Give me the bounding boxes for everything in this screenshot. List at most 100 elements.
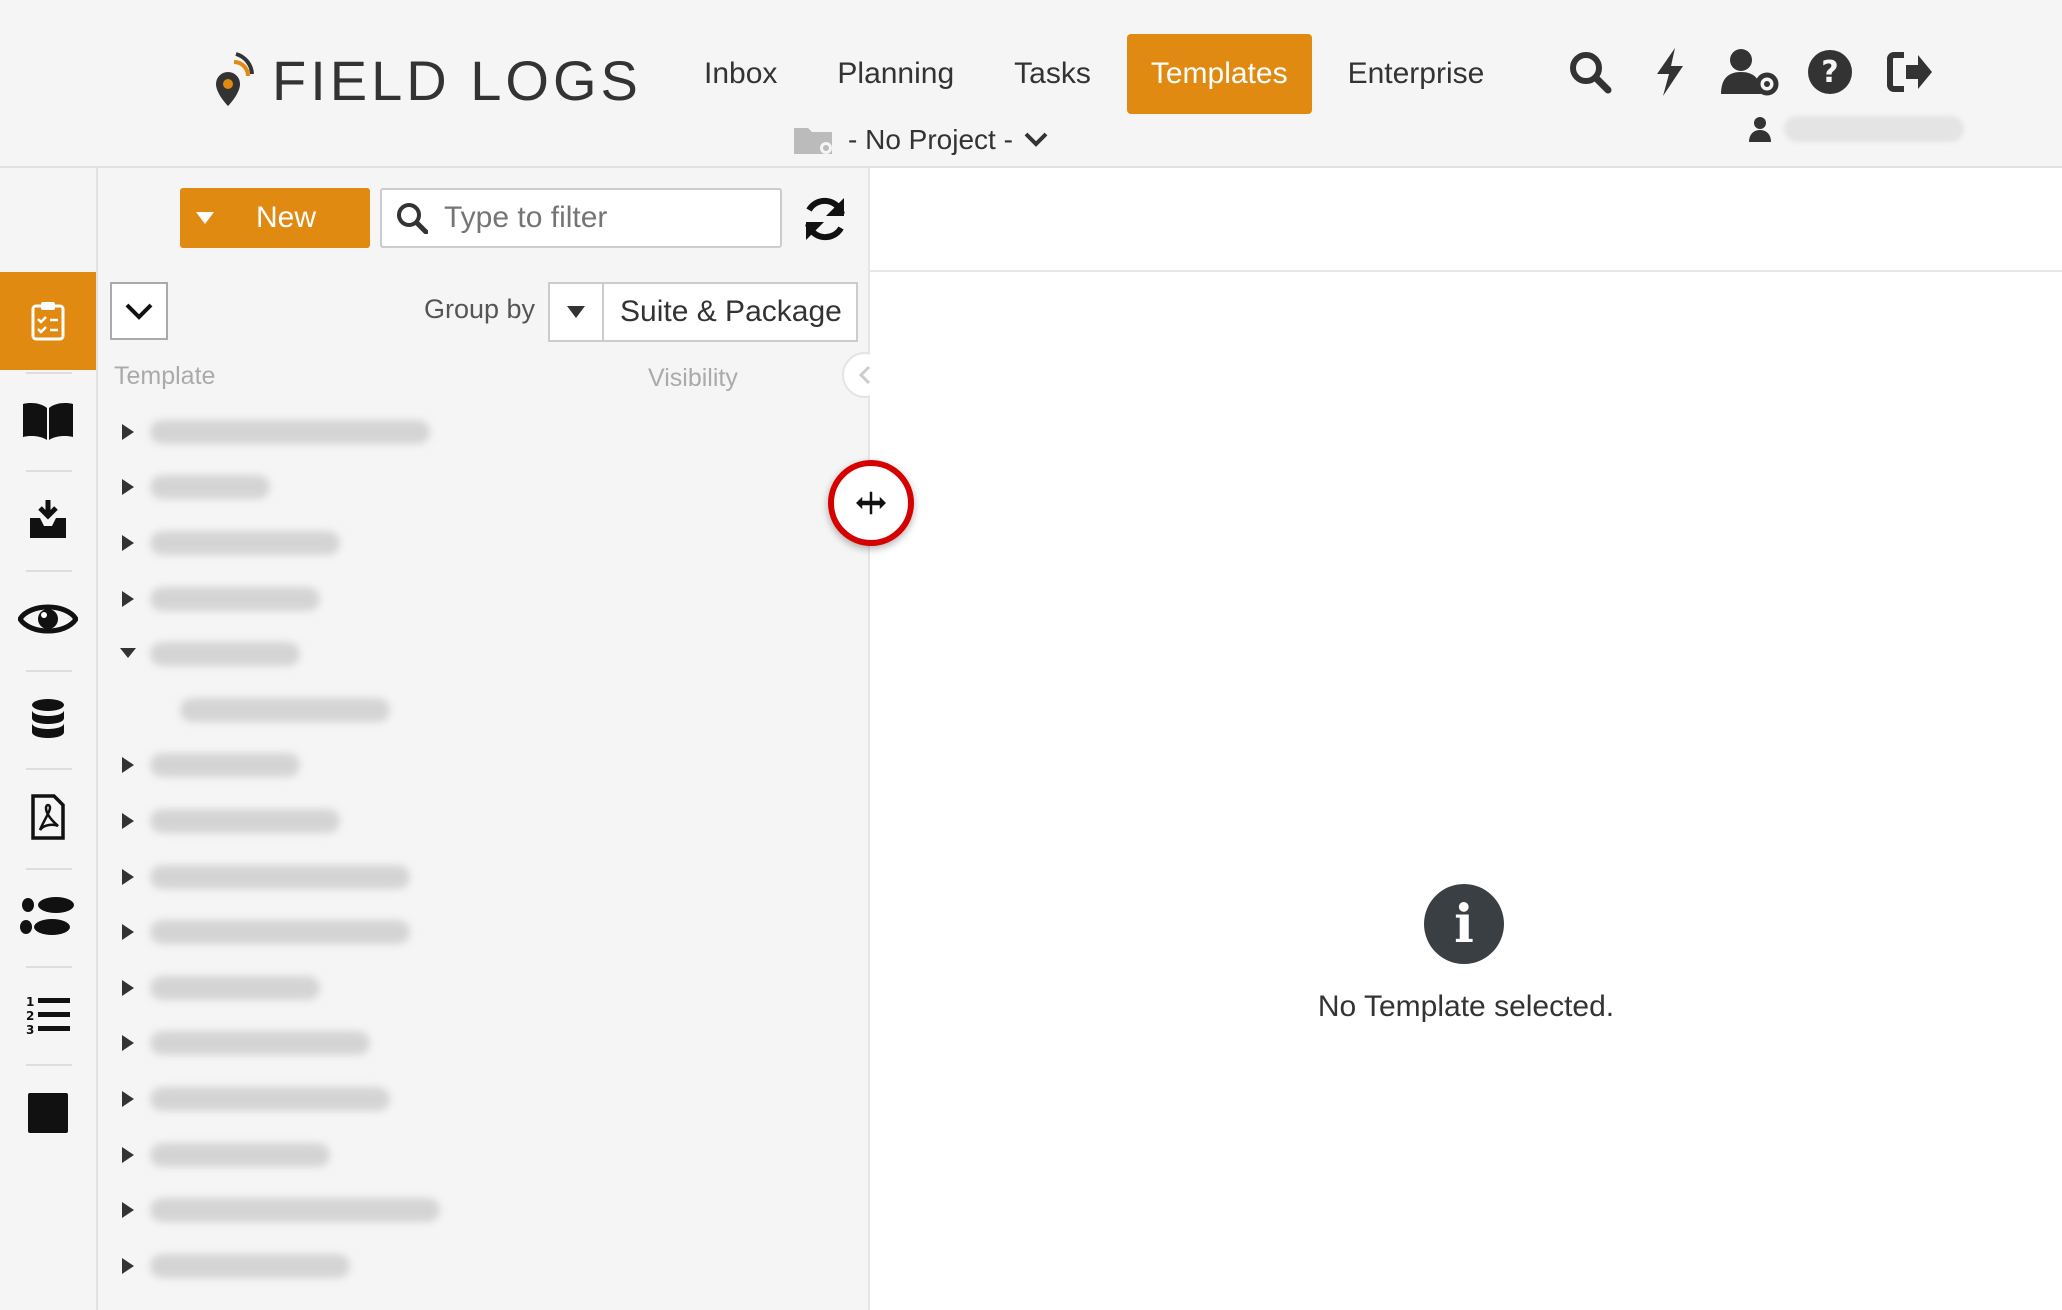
tree-row[interactable] (116, 849, 616, 905)
numbered-list-icon: 123 (26, 995, 70, 1036)
main-nav: Inbox Planning Tasks Templates Enterprise (680, 34, 1520, 114)
tree-row[interactable] (116, 738, 616, 794)
caret-right-icon[interactable] (116, 1146, 140, 1163)
sidebar-item-other[interactable] (0, 1064, 96, 1162)
sidebar-item-library[interactable] (0, 372, 96, 470)
group-by-select[interactable]: Suite & Package (548, 282, 858, 342)
caret-right-icon[interactable] (116, 423, 140, 440)
caret-right-icon[interactable] (116, 479, 140, 496)
eye-icon (18, 604, 78, 634)
tree-row[interactable] (116, 626, 616, 682)
caret-right-icon[interactable] (116, 812, 140, 829)
tree-row[interactable] (116, 1071, 616, 1127)
search-icon[interactable] (1560, 42, 1620, 102)
caret-right-icon[interactable] (116, 924, 140, 941)
sidebar-item-lists[interactable]: 123 (0, 966, 96, 1064)
nav-tab-inbox[interactable]: Inbox (680, 34, 801, 114)
empty-state-message: No Template selected. (1317, 990, 1615, 1023)
module-sidebar: 123 (0, 168, 98, 1310)
sidebar-item-data[interactable] (0, 670, 96, 768)
new-button-label: New (256, 201, 317, 234)
caret-down-icon[interactable] (116, 648, 140, 660)
user-name-redacted (1784, 116, 1964, 142)
resize-horizontal-cursor-icon (853, 490, 889, 516)
project-label: - No Project - (848, 124, 1013, 155)
caret-right-icon[interactable] (116, 868, 140, 885)
column-header-visibility[interactable]: Visibility (648, 364, 738, 393)
top-icon-bar: ? (1560, 42, 1960, 102)
tree-row-label-redacted (150, 1142, 330, 1167)
chevron-down-icon (1024, 132, 1048, 147)
svg-text:1: 1 (26, 995, 34, 1009)
filter-input[interactable] (442, 200, 766, 236)
nav-tab-planning[interactable]: Planning (813, 34, 978, 114)
user-settings-icon[interactable] (1720, 42, 1780, 102)
nav-tab-tasks[interactable]: Tasks (990, 34, 1115, 114)
sidebar-item-preview[interactable] (0, 570, 96, 668)
sidebar-item-templates[interactable] (0, 272, 96, 370)
caret-down-icon (567, 306, 585, 318)
resize-cursor-highlight (828, 460, 914, 546)
refresh-button[interactable] (800, 194, 850, 249)
logo-text: FIELD LOGS (272, 48, 642, 112)
tree-row-label-redacted (150, 1086, 390, 1111)
caret-right-icon[interactable] (116, 1035, 140, 1052)
tree-row[interactable] (116, 515, 616, 571)
tree-row-label-redacted (150, 864, 410, 889)
tree-row[interactable] (116, 1238, 616, 1294)
tree-row-label-redacted (180, 697, 390, 722)
nav-tab-templates[interactable]: Templates (1126, 34, 1312, 114)
column-header-template[interactable]: Template (114, 362, 215, 391)
tree-row-label-redacted (150, 586, 320, 611)
group-by-label: Group by (424, 294, 536, 324)
tree-row[interactable] (116, 571, 616, 627)
tree-row[interactable] (116, 960, 616, 1016)
caret-right-icon[interactable] (116, 757, 140, 774)
location-pin-logo-icon (216, 52, 254, 106)
clipboard-checklist-icon (31, 302, 65, 341)
caret-right-icon[interactable] (116, 979, 140, 996)
sign-out-icon[interactable] (1880, 42, 1940, 102)
expand-collapse-all-button[interactable] (110, 282, 168, 340)
tree-row[interactable] (116, 404, 616, 460)
nav-tab-enterprise[interactable]: Enterprise (1324, 34, 1509, 114)
project-selector[interactable]: - No Project - (792, 124, 1049, 156)
tree-row-label-redacted (150, 419, 430, 444)
tree-row-label-redacted (150, 753, 300, 778)
template-detail-panel: i No Template selected. (870, 168, 2062, 1310)
user-icon (1749, 117, 1771, 142)
caret-right-icon[interactable] (116, 590, 140, 607)
app-logo[interactable]: FIELD LOGS (210, 45, 642, 115)
database-icon (32, 699, 64, 738)
caret-down-icon (196, 212, 214, 224)
new-button[interactable]: New (180, 188, 370, 248)
tree-row-label-redacted (150, 1253, 350, 1278)
group-by-dropdown-toggle[interactable] (550, 284, 604, 340)
help-icon[interactable]: ? (1800, 42, 1860, 102)
filter-box (380, 188, 782, 248)
tree-row[interactable] (116, 1182, 616, 1238)
tree-row[interactable] (116, 1016, 616, 1072)
tree-row[interactable] (116, 460, 616, 516)
caret-right-icon[interactable] (116, 534, 140, 551)
caret-right-icon[interactable] (116, 1202, 140, 1219)
tree-row[interactable] (116, 682, 616, 738)
sidebar-item-reports[interactable] (0, 768, 96, 866)
bolt-icon[interactable] (1640, 42, 1700, 102)
caret-right-icon[interactable] (116, 1257, 140, 1274)
footsteps-icon (20, 897, 74, 935)
tree-row-label-redacted (150, 642, 300, 667)
tree-row[interactable] (116, 904, 616, 960)
template-list-panel: New Group by Suite & Package Template Vi… (98, 168, 870, 1310)
tree-row-label-redacted (150, 1031, 370, 1056)
tree-row[interactable] (116, 1127, 616, 1183)
current-user (1748, 116, 1964, 142)
tree-row-label-redacted (150, 975, 320, 1000)
caret-right-icon[interactable] (116, 1090, 140, 1107)
sidebar-item-workflow[interactable] (0, 868, 96, 966)
svg-text:3: 3 (26, 1023, 34, 1036)
group-by-value: Suite & Package (620, 295, 842, 328)
sidebar-item-imports[interactable] (0, 470, 96, 568)
folder-settings-icon (794, 128, 832, 154)
tree-row[interactable] (116, 793, 616, 849)
